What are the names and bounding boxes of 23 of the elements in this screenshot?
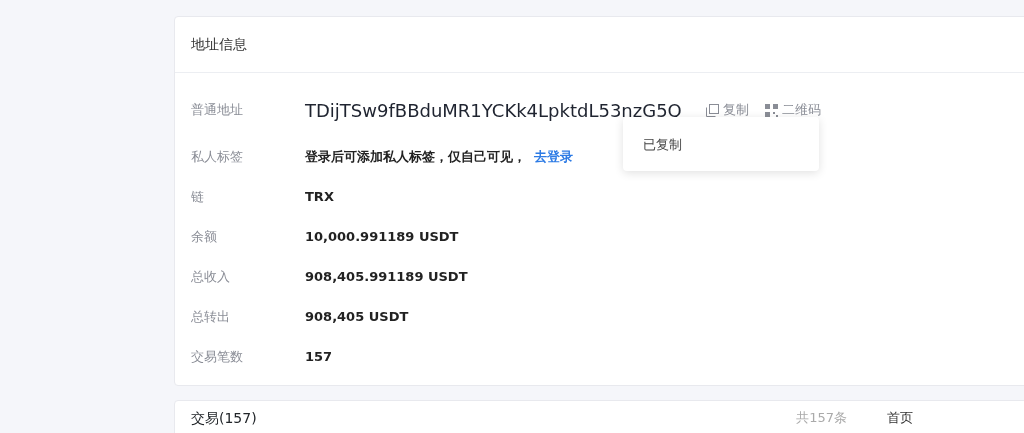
- field-value: 157: [305, 348, 333, 367]
- section-title: 交易(157): [191, 409, 257, 428]
- field-value: TRX: [305, 188, 334, 207]
- field-value: 908,405.991189 USDT: [305, 268, 468, 287]
- copied-popup: 已复制: [623, 117, 819, 171]
- field-label: 余额: [191, 228, 218, 247]
- qr-code-button[interactable]: 二维码: [764, 100, 821, 120]
- field-label: 私人标签: [191, 148, 244, 167]
- field-label: 链: [191, 188, 205, 207]
- record-count: 共157条: [796, 409, 847, 427]
- field-label: 总收入: [191, 268, 231, 287]
- qr-code-icon: [764, 103, 778, 117]
- private-tag-hint: 登录后可添加私人标签，仅自己可见，: [305, 148, 526, 167]
- field-label: 交易笔数: [191, 348, 244, 367]
- field-label: 总转出: [191, 308, 231, 327]
- field-value: 908,405 USDT: [305, 308, 409, 327]
- copy-icon: [705, 103, 719, 117]
- field-value: 10,000.991189 USDT: [305, 228, 459, 247]
- first-page-link[interactable]: 首页: [887, 408, 913, 428]
- login-link[interactable]: 去登录: [534, 147, 573, 167]
- copy-button[interactable]: 复制: [705, 100, 749, 120]
- card-title: 地址信息: [191, 35, 247, 54]
- field-label: 普通地址: [191, 101, 244, 120]
